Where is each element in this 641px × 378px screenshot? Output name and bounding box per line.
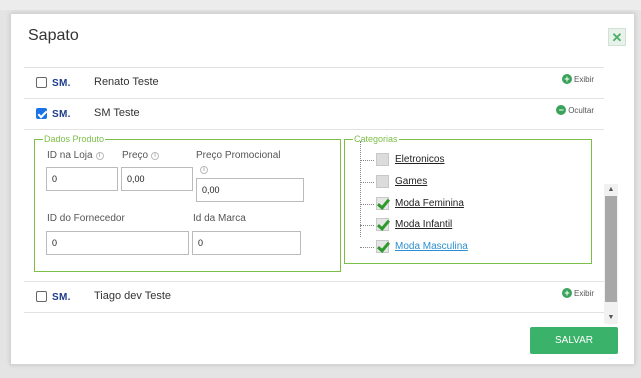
close-icon: ✕ <box>611 29 623 45</box>
id-marca-input[interactable] <box>192 231 301 255</box>
id-marca-label: Id da Marca <box>193 213 246 224</box>
categorias-tree: Eletronicos Games Moda Feminina Moda Inf… <box>360 141 580 262</box>
background-strip <box>0 0 641 10</box>
store-name: SM Teste <box>94 107 140 119</box>
store-logo: SM. <box>52 78 71 89</box>
store-details-panel: Dados Produto ID na Loja i Preço i Preço… <box>24 130 604 282</box>
minus-circle-icon: − <box>556 105 567 115</box>
preco-label: Preço i <box>122 150 160 161</box>
store-logo: SM. <box>52 109 71 120</box>
store-name: Tiago dev Teste <box>94 290 172 302</box>
plus-circle-icon: + <box>561 74 572 84</box>
category-checkbox[interactable] <box>376 175 389 188</box>
dados-produto-legend: Dados Produto <box>44 134 105 144</box>
preco-promocional-input[interactable] <box>196 178 304 202</box>
info-icon: i <box>151 151 160 160</box>
store-logo: SM. <box>52 292 71 303</box>
category-label[interactable]: Moda Feminina <box>395 198 464 209</box>
category-label[interactable]: Moda Infantil <box>395 219 452 230</box>
category-label[interactable]: Moda Masculina <box>395 241 468 252</box>
category-checkbox[interactable] <box>376 240 389 253</box>
store-name: Renato Teste <box>94 76 159 88</box>
info-icon: i <box>200 166 208 174</box>
store-list: SM. Renato Teste + Exibir SM. SM Teste −… <box>24 67 604 323</box>
store-row: SM. Tiago dev Teste + Exibir <box>24 282 604 313</box>
category-label[interactable]: Eletronicos <box>395 154 444 165</box>
show-button[interactable]: + Exibir <box>561 74 594 84</box>
list-scrollbar[interactable]: ▲ ▼ <box>604 184 618 324</box>
store-checkbox[interactable] <box>36 108 47 119</box>
close-button[interactable]: ✕ <box>608 28 626 46</box>
category-label[interactable]: Games <box>395 176 427 187</box>
store-row: SM. Renato Teste + Exibir <box>24 68 604 99</box>
store-checkbox[interactable] <box>36 77 47 88</box>
toggle-label: Exibir <box>573 288 594 298</box>
show-button[interactable]: + Exibir <box>561 288 594 298</box>
category-checkbox[interactable] <box>376 218 389 231</box>
id-loja-input[interactable] <box>46 167 118 191</box>
plus-circle-icon: + <box>561 288 572 298</box>
id-loja-label: ID na Loja i <box>47 150 104 161</box>
tree-connector <box>360 141 361 237</box>
id-fornecedor-input[interactable] <box>46 231 189 255</box>
store-row: SM. SM Teste − Ocultar <box>24 99 604 130</box>
scroll-down-icon[interactable]: ▼ <box>604 312 618 324</box>
toggle-label: Exibir <box>573 74 594 84</box>
store-checkbox[interactable] <box>36 291 47 302</box>
save-button[interactable]: SALVAR <box>530 327 618 354</box>
product-modal: Sapato ✕ SM. Renato Teste + Exibir SM. S… <box>10 13 635 365</box>
category-checkbox[interactable] <box>376 197 389 210</box>
info-icon: i <box>95 151 104 160</box>
hide-button[interactable]: − Ocultar <box>556 105 594 115</box>
scroll-up-icon[interactable]: ▲ <box>604 184 618 196</box>
scrollbar-thumb[interactable] <box>605 196 617 302</box>
modal-title: Sapato <box>28 27 79 44</box>
id-fornecedor-label: ID do Fornecedor <box>47 213 125 224</box>
category-checkbox[interactable] <box>376 153 389 166</box>
preco-promocional-label: Preço Promocional <box>196 150 281 161</box>
preco-input[interactable] <box>121 167 193 191</box>
toggle-label: Ocultar <box>568 105 594 115</box>
